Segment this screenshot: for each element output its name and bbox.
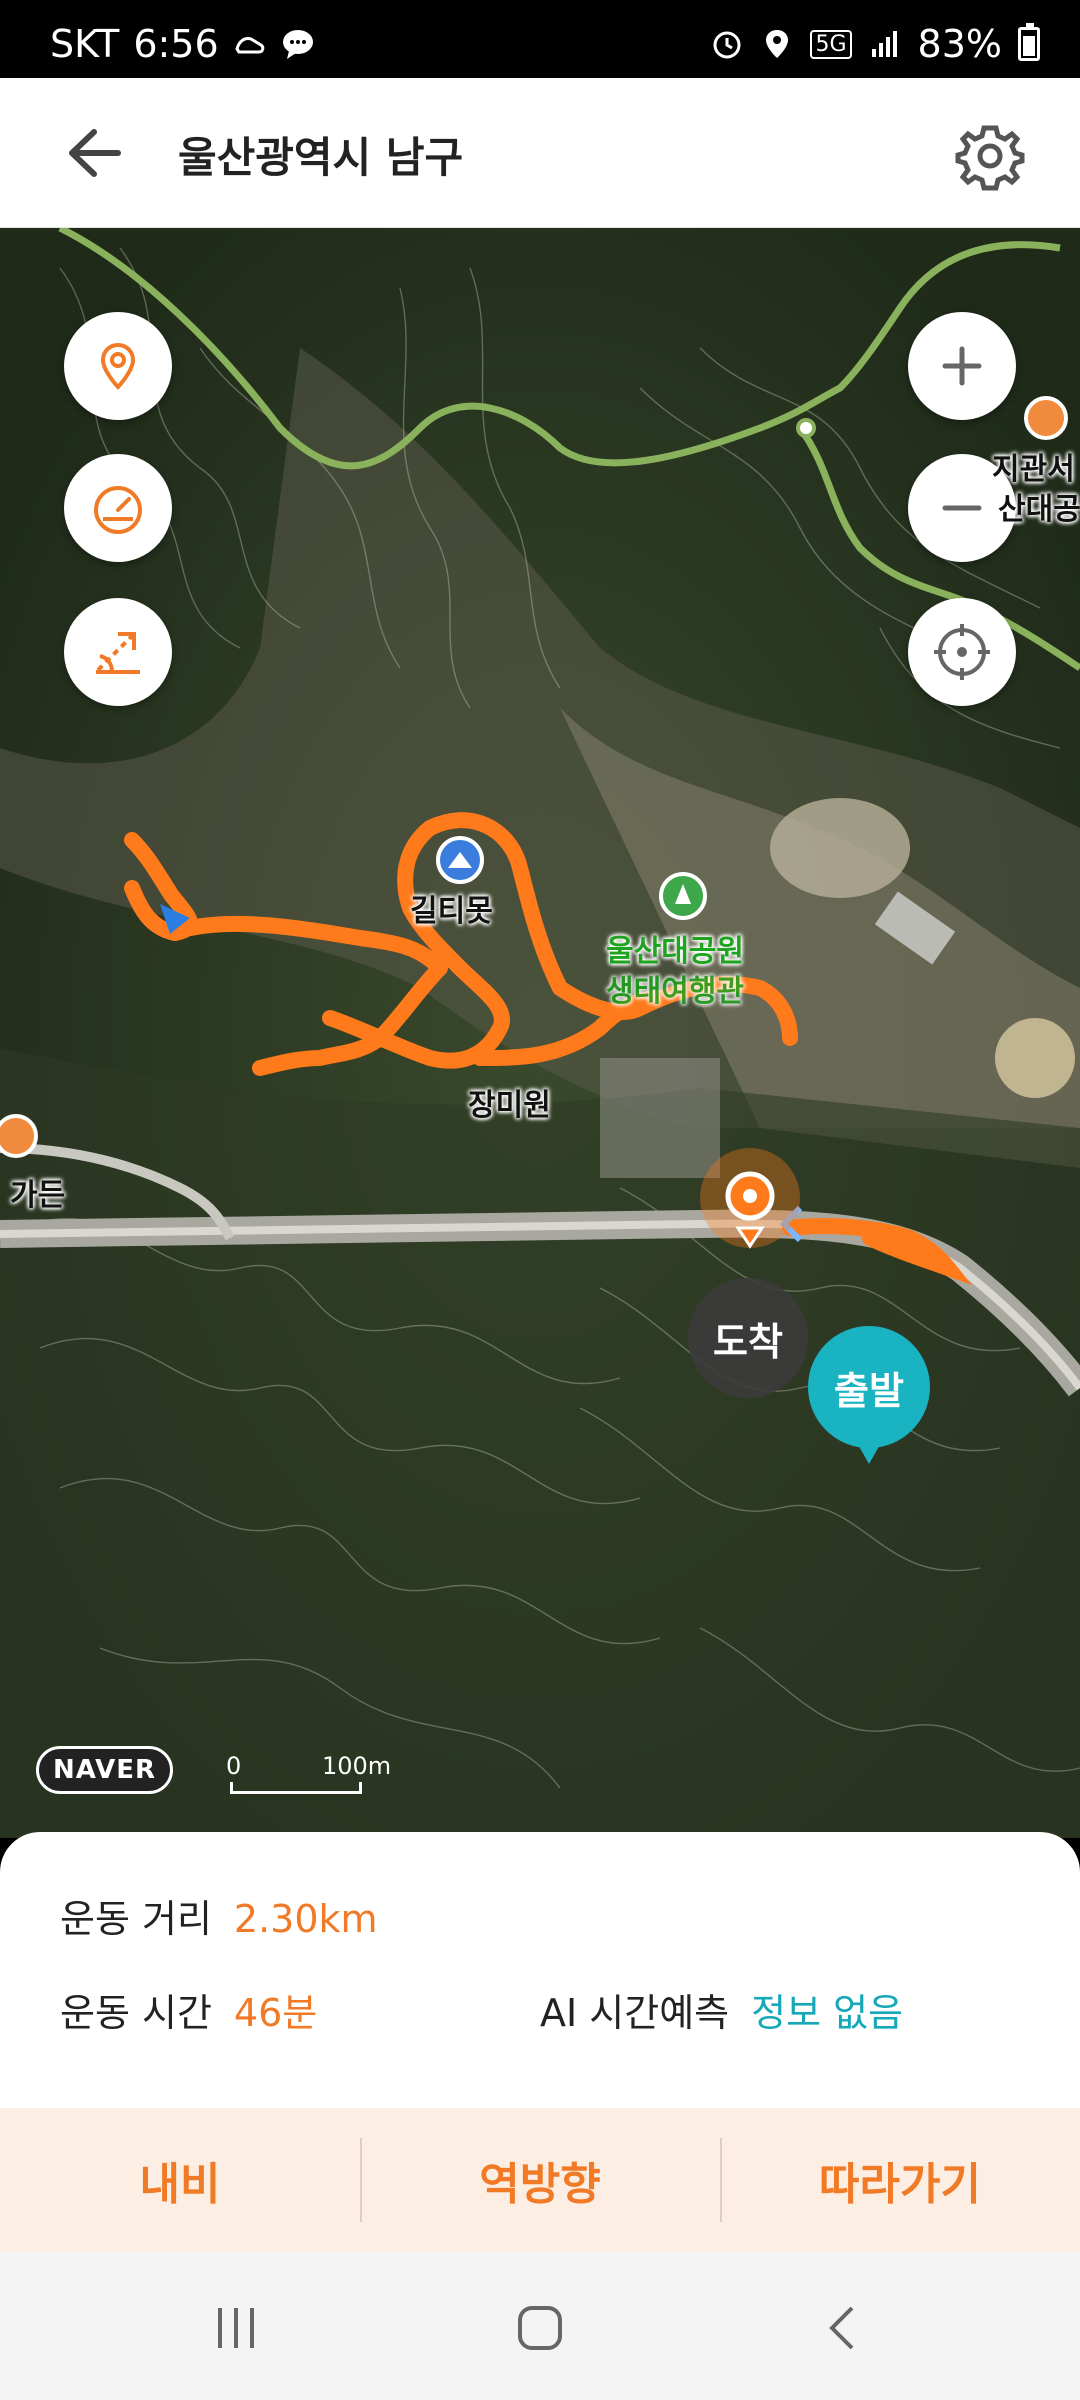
map-pin-icon <box>100 342 136 390</box>
page-title: 울산광역시 남구 <box>178 133 464 182</box>
ai-row: AI 시간예측 정보 없음 <box>540 1982 903 2037</box>
minus-icon <box>942 505 982 511</box>
satellite-terrain <box>0 228 1080 1838</box>
reverse-button[interactable]: 역방향 <box>360 2108 720 2252</box>
battery-percent: 83% <box>917 22 1002 66</box>
back-button[interactable] <box>60 118 140 188</box>
map-label-park-sub: 생태여행관 <box>606 974 744 1009</box>
gear-icon <box>955 125 1025 191</box>
distance-value: 2.30km <box>233 1897 378 1941</box>
chat-icon <box>282 30 313 59</box>
map-label-right-2: 산대공 <box>998 492 1080 527</box>
scale-bar <box>230 1782 362 1794</box>
back-nav-button[interactable] <box>794 2288 894 2368</box>
ai-value: 정보 없음 <box>751 1991 904 2035</box>
poi-button[interactable] <box>64 312 172 420</box>
network-type: 5G <box>810 29 852 59</box>
elevation-button[interactable] <box>64 598 172 706</box>
follow-button[interactable]: 따라가기 <box>720 2108 1080 2252</box>
time-value: 46분 <box>233 1991 318 2035</box>
recent-apps-icon <box>218 2308 254 2348</box>
ai-label: AI 시간예측 <box>540 1991 730 2035</box>
chevron-left-icon <box>829 2306 854 2350</box>
elevation-icon <box>96 632 140 674</box>
time-label: 운동 시간 <box>60 1991 212 2035</box>
map-label-park: 울산대공원 <box>606 934 744 969</box>
zoom-in-button[interactable] <box>908 312 1016 420</box>
back-arrow-icon <box>69 129 121 177</box>
scale-zero: 0 <box>226 1752 242 1780</box>
my-location-button[interactable] <box>908 598 1016 706</box>
map-label-rose-garden: 장미원 <box>468 1088 551 1123</box>
distance-label: 운동 거리 <box>60 1897 212 1941</box>
arrive-marker[interactable]: 도착 <box>688 1278 808 1398</box>
map-view[interactable]: 길티못 울산대공원 생태여행관 장미원 가든 지관서 산대공 도착 출발 NAV… <box>0 228 1080 1838</box>
map-label-pond: 길티못 <box>410 894 493 929</box>
recent-apps-button[interactable] <box>186 2288 286 2368</box>
app-header: 울산광역시 남구 <box>0 78 1080 228</box>
naver-logo: NAVER <box>36 1746 174 1794</box>
navi-button[interactable]: 내비 <box>0 2108 360 2252</box>
home-icon <box>518 2306 562 2350</box>
clock: 6:56 <box>133 22 219 66</box>
home-button[interactable] <box>490 2288 590 2368</box>
alarm-icon <box>713 31 741 59</box>
status-bar: SKT 6:56 5G 83% <box>0 0 1080 78</box>
time-row: 운동 시간 46분 <box>60 1982 317 2037</box>
scale-distance: 100m <box>322 1752 392 1780</box>
map-label-restaurant: 가든 <box>10 1178 66 1213</box>
carrier-label: SKT <box>50 22 120 66</box>
speedometer-icon <box>94 486 142 534</box>
plus-icon <box>942 346 982 386</box>
map-label-right-1: 지관서 <box>992 452 1075 487</box>
location-icon <box>766 30 789 58</box>
start-marker[interactable]: 출발 <box>808 1326 930 1464</box>
settings-button[interactable] <box>950 116 1030 196</box>
system-nav-bar <box>0 2252 1080 2400</box>
battery-icon <box>1018 23 1040 61</box>
shoe-icon <box>235 37 264 54</box>
crosshair-icon <box>934 624 990 680</box>
action-bar: 내비 역방향 따라가기 <box>0 2108 1080 2252</box>
distance-row: 운동 거리 2.30km <box>60 1888 378 1943</box>
start-marker-label: 출발 <box>834 1368 904 1413</box>
signal-icon <box>871 31 897 57</box>
speed-button[interactable] <box>64 454 172 562</box>
